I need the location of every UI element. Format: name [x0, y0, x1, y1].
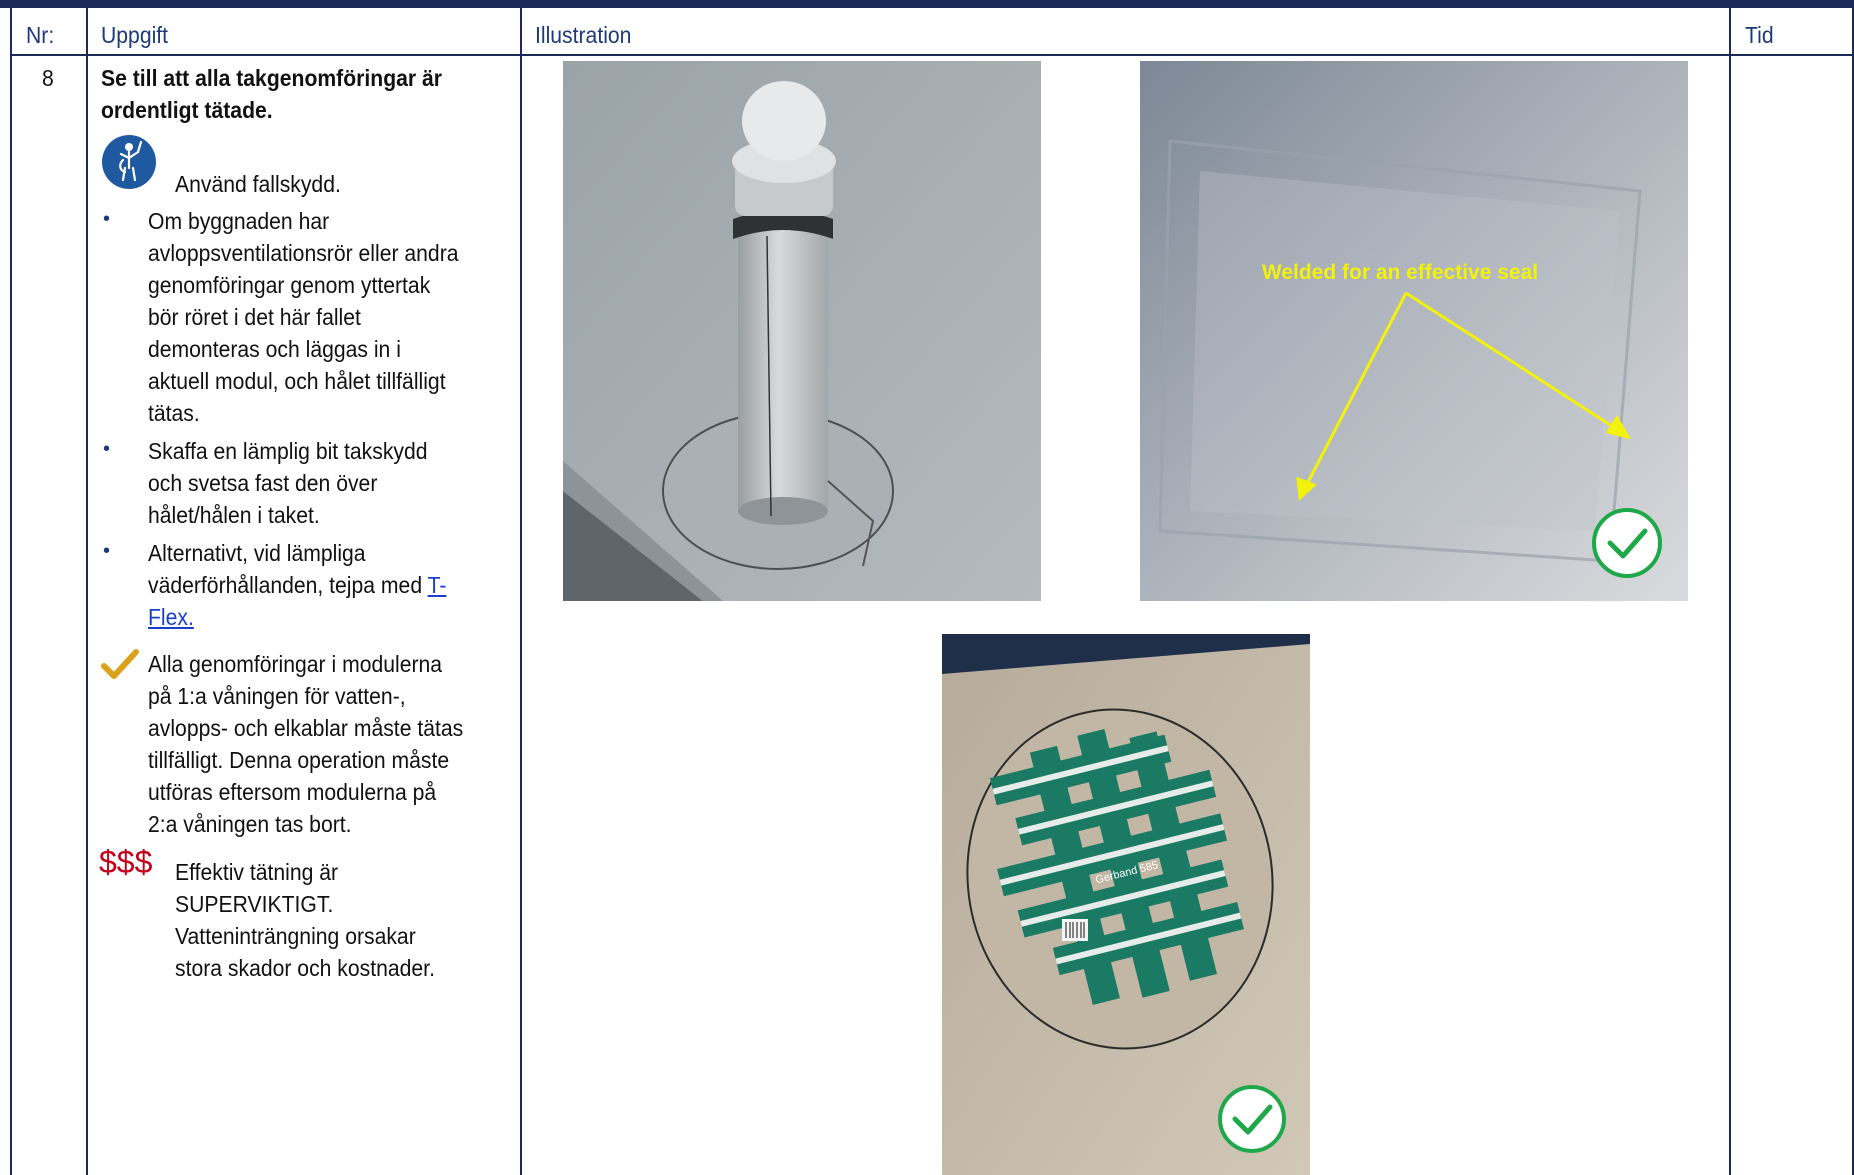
bullet2-line: Skaffa en lämplig bit takskydd: [148, 438, 428, 464]
check-note-line: Alla genomföringar i modulerna: [148, 651, 443, 677]
bullet1-line: demonteras och läggas in i: [148, 336, 401, 362]
bullet1-line: Om byggnaden har: [148, 208, 330, 234]
top-border: [0, 0, 1854, 8]
cost-note-line: SUPERVIKTIGT.: [175, 891, 334, 917]
header-bottom-border: [10, 54, 1854, 56]
green-check-icon: [1592, 508, 1662, 578]
bullet3-text: väderförhållanden, tejpa med: [148, 572, 428, 598]
photo-welded-seal: Welded for an effective seal: [1140, 61, 1688, 601]
bullet-dot-3: •: [103, 540, 111, 562]
bullet1-line: genomföringar genom yttertak: [148, 272, 431, 298]
bullet3-line3: Flex.: [148, 601, 194, 633]
check-note-line: 2:a våningen tas bort.: [148, 811, 352, 837]
column-divider-1: [86, 8, 88, 1175]
column-divider-2: [520, 8, 522, 1175]
cost-note-line: Vatteninträngning orsakar: [175, 923, 416, 949]
bullet3-line1: Alternativt, vid lämpliga: [148, 540, 366, 566]
header-uppgift: Uppgift: [101, 22, 169, 48]
header-nr: Nr:: [26, 22, 55, 48]
check-note-line: utföras eftersom modulerna på: [148, 779, 437, 805]
check-note-line: på 1:a våningen för vatten-,: [148, 683, 406, 709]
check-note-line: tillfälligt. Denna operation måste: [148, 747, 450, 773]
cost-note-line: stora skador och kostnader.: [175, 955, 435, 981]
cost-symbol: $$$: [99, 844, 153, 880]
cost-note-line: Effektiv tätning är: [175, 859, 339, 885]
t-flex-link[interactable]: T-: [428, 572, 447, 598]
photo-vent-pipe: [563, 61, 1041, 601]
bullet1-line: bör röret i det här fallet: [148, 304, 361, 330]
bullet2-line: och svetsa fast den över: [148, 470, 378, 496]
check-note-line: avlopps- och elkablar måste tätas: [148, 715, 464, 741]
task-title-line1: Se till att alla takgenomföringar är: [101, 65, 443, 91]
bullet1-line: tätas.: [148, 400, 200, 426]
bullet2-line: hålet/hålen i taket.: [148, 502, 320, 528]
fall-protection-icon: [101, 134, 157, 190]
header-illustration: Illustration: [535, 22, 632, 48]
row-number: 8: [42, 65, 54, 91]
checkmark-icon: [101, 648, 139, 682]
column-divider-3: [1729, 8, 1731, 1175]
photo2-caption: Welded for an effective seal: [1262, 261, 1538, 284]
task-title-line2: ordentligt tätade.: [101, 97, 273, 123]
table-left-border: [10, 8, 12, 1175]
green-check-icon: [1218, 1085, 1286, 1153]
photo-taped-seal: Gerband 585: [942, 634, 1310, 1175]
bullet-dot-2: •: [103, 438, 111, 460]
bullet3-line2: väderförhållanden, tejpa med T-: [148, 569, 446, 601]
fall-protection-text: Använd fallskydd.: [175, 171, 341, 197]
bullet1-line: avloppsventilationsrör eller andra: [148, 240, 459, 266]
bullet1-line: aktuell modul, och hålet tillfälligt: [148, 368, 446, 394]
t-flex-link-cont[interactable]: Flex.: [148, 604, 194, 630]
header-tid: Tid: [1745, 22, 1774, 48]
bullet-dot-1: •: [103, 208, 111, 230]
